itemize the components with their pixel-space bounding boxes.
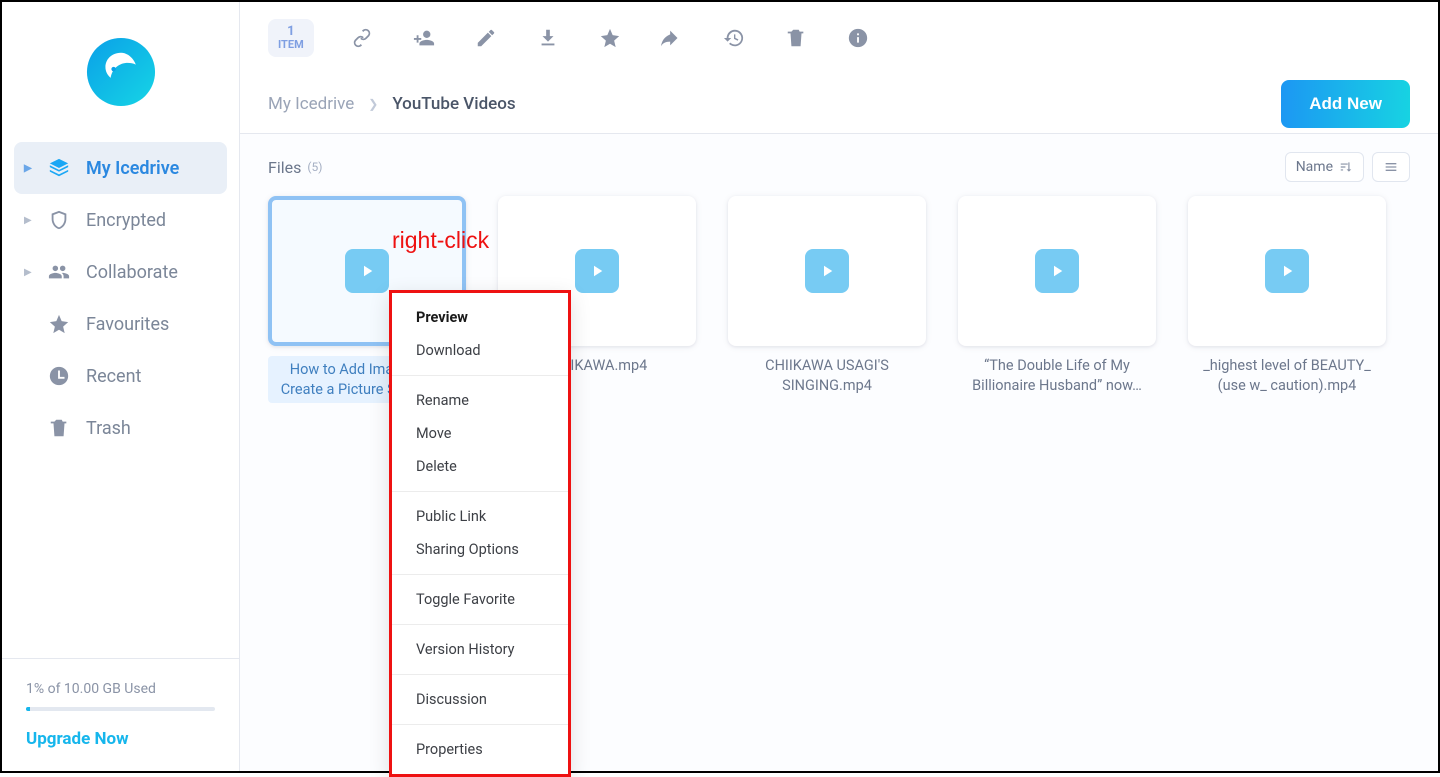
link-button[interactable] xyxy=(348,24,376,52)
files-header: Files (5) Name xyxy=(268,152,1410,182)
sort-button[interactable]: Name xyxy=(1285,152,1364,182)
sidebar-item-my-icedrive[interactable]: ▶ My Icedrive xyxy=(14,142,227,194)
breadcrumb: My Icedrive ❯ YouTube Videos xyxy=(268,94,1281,114)
move-button[interactable] xyxy=(658,24,686,52)
ctx-toggle-favorite[interactable]: Toggle Favorite xyxy=(392,583,568,616)
arrow-redo-icon xyxy=(661,27,683,49)
ctx-version-history[interactable]: Version History xyxy=(392,633,568,666)
pencil-icon xyxy=(475,27,497,49)
people-icon xyxy=(46,261,72,283)
storage-text: 1% of 10.00 GB Used xyxy=(26,681,215,697)
ctx-move[interactable]: Move xyxy=(392,417,568,450)
share-button[interactable] xyxy=(410,24,438,52)
file-thumb xyxy=(1188,196,1386,346)
upgrade-link[interactable]: Upgrade Now xyxy=(26,729,215,749)
sort-label: Name xyxy=(1296,159,1333,175)
download-icon xyxy=(537,27,559,49)
trash-icon xyxy=(785,27,807,49)
app-root: ▶ My Icedrive ▶ Encrypted ▶ Collaborate xyxy=(2,2,1438,771)
play-icon xyxy=(345,249,389,293)
info-icon xyxy=(847,27,869,49)
storage-fill xyxy=(26,707,30,711)
file-tile[interactable]: CHIIKAWA USAGI'S SINGING.mp4 xyxy=(728,196,926,403)
sort-icon xyxy=(1339,160,1353,174)
file-thumb xyxy=(728,196,926,346)
sidebar-item-label: Recent xyxy=(86,366,141,387)
ctx-delete[interactable]: Delete xyxy=(392,450,568,483)
file-name: “The Double Life of My Billionaire Husba… xyxy=(958,356,1156,395)
ctx-download[interactable]: Download xyxy=(392,334,568,367)
add-new-button[interactable]: Add New xyxy=(1281,80,1410,128)
crumb-current: YouTube Videos xyxy=(392,94,515,114)
file-thumb xyxy=(958,196,1156,346)
sidebar-item-recent[interactable]: Recent xyxy=(14,350,227,402)
ctx-public-link[interactable]: Public Link xyxy=(392,500,568,533)
link-icon xyxy=(351,27,373,49)
ctx-rename[interactable]: Rename xyxy=(392,384,568,417)
view-toggle-button[interactable] xyxy=(1372,152,1410,182)
sidebar-item-collaborate[interactable]: ▶ Collaborate xyxy=(14,246,227,298)
delete-button[interactable] xyxy=(782,24,810,52)
file-tile[interactable]: “The Double Life of My Billionaire Husba… xyxy=(958,196,1156,403)
sidebar-item-encrypted[interactable]: ▶ Encrypted xyxy=(14,194,227,246)
star-icon xyxy=(46,313,72,335)
sidebar-item-label: Favourites xyxy=(86,314,169,335)
ctx-sharing-options[interactable]: Sharing Options xyxy=(392,533,568,566)
play-icon xyxy=(1035,249,1079,293)
sidebar-item-label: Collaborate xyxy=(86,262,178,283)
trash-icon xyxy=(46,417,72,439)
history-icon xyxy=(723,27,745,49)
breadcrumb-row: My Icedrive ❯ YouTube Videos Add New xyxy=(240,74,1438,134)
person-add-icon xyxy=(413,27,435,49)
sidebar-item-favourites[interactable]: Favourites xyxy=(14,298,227,350)
selection-count-number: 1 xyxy=(278,25,304,39)
chevron-right-icon: ▶ xyxy=(24,163,32,174)
rename-button[interactable] xyxy=(472,24,500,52)
chevron-right-icon: ❯ xyxy=(368,97,378,111)
icedrive-logo-icon xyxy=(84,35,158,109)
history-button[interactable] xyxy=(720,24,748,52)
play-icon xyxy=(1265,249,1309,293)
files-controls: Name xyxy=(1285,152,1410,182)
files-label: Files xyxy=(268,158,301,177)
context-menu: Preview Download Rename Move Delete Publ… xyxy=(389,290,571,777)
sidebar-item-label: Encrypted xyxy=(86,210,166,231)
ctx-preview[interactable]: Preview xyxy=(392,301,568,334)
star-icon xyxy=(599,27,621,49)
download-button[interactable] xyxy=(534,24,562,52)
file-name: _highest level of BEAUTY_ (use w_ cautio… xyxy=(1188,356,1386,395)
chevron-right-icon: ▶ xyxy=(24,267,32,278)
play-icon xyxy=(575,249,619,293)
ctx-discussion[interactable]: Discussion xyxy=(392,683,568,716)
play-icon xyxy=(805,249,849,293)
ctx-properties[interactable]: Properties xyxy=(392,733,568,766)
selection-count: 1 ITEM xyxy=(268,19,314,57)
file-tile[interactable]: _highest level of BEAUTY_ (use w_ cautio… xyxy=(1188,196,1386,403)
storage-panel: 1% of 10.00 GB Used Upgrade Now xyxy=(2,658,239,771)
chevron-right-icon: ▶ xyxy=(24,215,32,226)
logo xyxy=(2,2,239,142)
clock-icon xyxy=(46,365,72,387)
toolbar: 1 ITEM xyxy=(240,2,1438,74)
selection-count-label: ITEM xyxy=(278,38,304,51)
sidebar-item-trash[interactable]: Trash xyxy=(14,402,227,454)
layers-icon xyxy=(46,157,72,179)
list-icon xyxy=(1383,159,1399,175)
sidebar: ▶ My Icedrive ▶ Encrypted ▶ Collaborate xyxy=(2,2,240,771)
files-count: (5) xyxy=(307,160,322,174)
favorite-button[interactable] xyxy=(596,24,624,52)
sidebar-item-label: Trash xyxy=(86,418,131,439)
file-name: CHIIKAWA USAGI'S SINGING.mp4 xyxy=(728,356,926,395)
storage-bar xyxy=(26,707,215,711)
sidebar-item-label: My Icedrive xyxy=(86,158,179,179)
shield-icon xyxy=(46,209,72,231)
info-button[interactable] xyxy=(844,24,872,52)
crumb-root[interactable]: My Icedrive xyxy=(268,94,354,114)
sidebar-nav: ▶ My Icedrive ▶ Encrypted ▶ Collaborate xyxy=(2,142,239,658)
